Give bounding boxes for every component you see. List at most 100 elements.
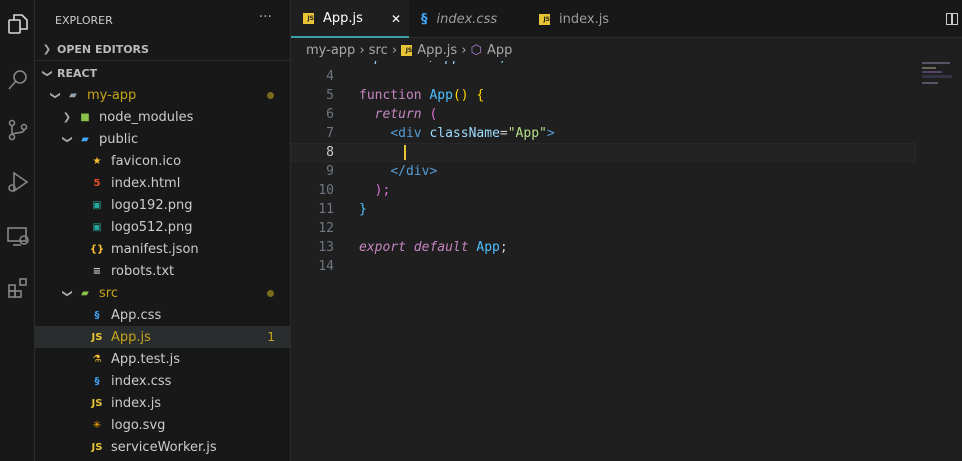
tree-item[interactable]: ★ favicon.ico: [35, 150, 291, 172]
tag-div-close: </div>: [390, 164, 438, 179]
css-file-icon: §: [421, 11, 428, 27]
tag-div: <div: [390, 126, 422, 141]
tree-item[interactable]: ≡ robots.txt: [35, 260, 291, 282]
tree-item[interactable]: ❯ ▰ my-app: [35, 84, 291, 106]
test-icon: ⚗: [92, 353, 102, 365]
identifier: App: [476, 240, 500, 255]
folder-open-icon: ▰: [69, 89, 77, 101]
tree-item[interactable]: ❯ ■ node_modules: [35, 106, 291, 128]
breadcrumb-separator: ›: [391, 42, 398, 58]
workspace-section[interactable]: ❯ REACT: [35, 62, 291, 84]
tree-item-label: App.js: [111, 329, 151, 345]
json-icon: {}: [89, 243, 105, 255]
tree-item-label: index.html: [111, 175, 181, 191]
tree-item[interactable]: {} manifest.json: [35, 238, 291, 260]
tab-label: App.js: [323, 11, 363, 26]
close-tab-button[interactable]: ✕: [391, 12, 401, 26]
breadcrumb-separator: ›: [461, 42, 467, 58]
tree-item[interactable]: JS App.js 1: [35, 326, 291, 348]
extensions-icon[interactable]: [0, 270, 35, 306]
breadcrumb-src[interactable]: src: [369, 43, 388, 58]
line-number: 10: [318, 183, 334, 198]
folder-open-icon: ▰: [81, 133, 89, 145]
tree-item[interactable]: ⚗ App.test.js: [35, 348, 291, 370]
svg-icon: ✳: [92, 419, 102, 431]
attr: className: [429, 126, 500, 141]
section-label: OPEN EDITORS: [57, 42, 149, 56]
tree-item-label: src: [99, 285, 118, 301]
line-number: 6: [326, 107, 334, 122]
component-icon: ⬡: [470, 42, 483, 58]
tree-item[interactable]: ❯ ▰ public: [35, 128, 291, 150]
split-editor-icon[interactable]: [946, 13, 958, 25]
tab-label: index.js: [559, 11, 610, 27]
js-icon: JS: [91, 441, 103, 453]
punct: ;: [499, 240, 508, 255]
problem-count-badge: 1: [267, 330, 275, 344]
tree-item-label: App.css: [111, 307, 162, 323]
run-debug-icon[interactable]: [0, 164, 35, 200]
tree-item[interactable]: JS index.js: [35, 392, 291, 414]
punct: );: [374, 183, 391, 198]
img-icon: ▣: [92, 221, 102, 233]
tree-item[interactable]: ✳ logo.svg: [35, 414, 291, 436]
breadcrumb-app-js[interactable]: App.js: [417, 43, 457, 58]
more-actions-button[interactable]: ···: [259, 9, 272, 25]
punct: }: [359, 202, 367, 217]
tree-item[interactable]: JS serviceWorker.js: [35, 436, 291, 458]
activity-bar: [0, 0, 35, 461]
tree-item-label: favicon.ico: [111, 153, 182, 169]
punct: =: [499, 126, 508, 141]
tab-index-js[interactable]: JS index.js: [527, 0, 637, 38]
line-number: 5: [326, 88, 334, 103]
tree-item-label: logo.svg: [111, 417, 166, 433]
fn-name: App: [429, 88, 453, 103]
tree-item[interactable]: ❯ ▰ src: [35, 282, 291, 304]
tree-item-label: logo512.png: [111, 219, 193, 235]
line-number: 9: [326, 164, 334, 179]
html-icon: 5: [93, 177, 101, 189]
img-icon: ▣: [92, 199, 102, 211]
tab-app-js[interactable]: JS App.js ✕: [291, 0, 409, 38]
line-number: 14: [318, 259, 334, 274]
tree-item-label: index.css: [111, 373, 172, 389]
tree-item[interactable]: § index.css: [35, 370, 291, 392]
punct: () {: [452, 88, 485, 103]
tree-item[interactable]: 5 index.html: [35, 172, 291, 194]
minimap[interactable]: [922, 62, 952, 92]
tree-item-label: serviceWorker.js: [111, 439, 217, 455]
folder-open-icon: ▰: [81, 287, 89, 299]
tree-item[interactable]: ▣ logo512.png: [35, 216, 291, 238]
kw-function: function: [359, 88, 422, 103]
breadcrumb: my-app › src › JS App.js › ⬡ App: [291, 39, 911, 61]
tree-item[interactable]: ▣ logo192.png: [35, 194, 291, 216]
js-file-icon: JS: [401, 44, 413, 56]
current-line-highlight: [291, 143, 916, 162]
punct: >: [546, 126, 555, 141]
modified-dot: [267, 289, 274, 297]
tree-item[interactable]: § App.css: [35, 304, 291, 326]
txt-icon: ≡: [92, 265, 102, 277]
explorer-title: EXPLORER: [55, 14, 113, 27]
line-number: 12: [318, 221, 334, 236]
chevron-icon: ❯: [61, 134, 73, 144]
search-icon[interactable]: [0, 62, 35, 98]
js-icon: JS: [91, 331, 103, 343]
js-file-icon: JS: [539, 13, 550, 25]
tab-label: index.css: [436, 11, 498, 27]
line-number: 13: [318, 240, 334, 255]
modified-dot: [267, 91, 274, 99]
remote-explorer-icon[interactable]: [0, 218, 35, 254]
tree-item-label: my-app: [87, 87, 137, 103]
breadcrumb-my-app[interactable]: my-app: [306, 43, 355, 58]
css-icon: §: [94, 309, 100, 321]
open-editors-section[interactable]: ❯ OPEN EDITORS: [35, 38, 291, 61]
explorer-sidebar: EXPLORER ··· ❯ OPEN EDITORS ❯ REACT ❯ ▰ my-a…: [35, 0, 291, 461]
explorer-icon[interactable]: [0, 6, 35, 42]
tab-index-css[interactable]: § index.css: [409, 0, 527, 38]
ico-icon: ★: [92, 155, 102, 167]
source-control-icon[interactable]: [0, 112, 35, 148]
breadcrumb-app-symbol[interactable]: App: [487, 43, 512, 58]
section-label: REACT: [57, 66, 98, 80]
line-number: 8: [326, 145, 334, 160]
